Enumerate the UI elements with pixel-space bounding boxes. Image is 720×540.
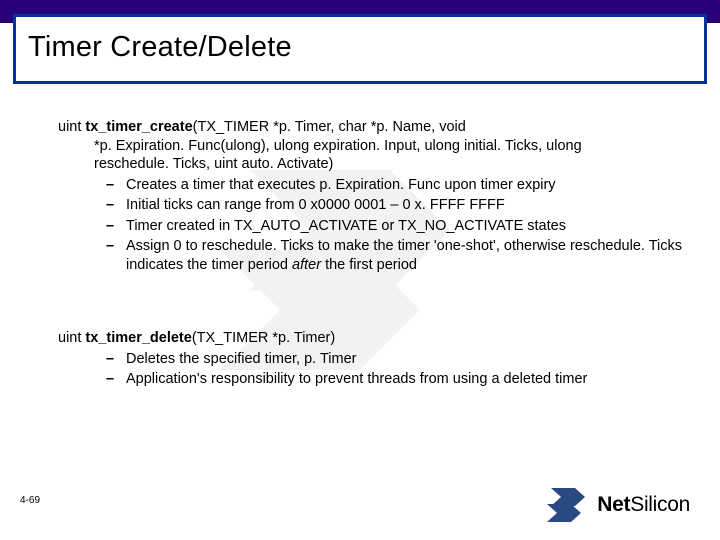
func1-params-l2: *p. Expiration. Func(ulong), ulong expir… — [58, 137, 688, 156]
bullet-text: Deletes the specified timer, p. Timer — [126, 351, 357, 367]
bullet-text: Creates a timer that executes p. Expirat… — [126, 177, 556, 193]
list-item: Assign 0 to reschedule. Ticks to make th… — [58, 237, 688, 274]
func1-return: uint — [58, 119, 85, 135]
func2-name: tx_timer_delete — [85, 330, 191, 346]
list-item: Creates a timer that executes p. Expirat… — [58, 176, 688, 195]
list-item: Initial ticks can range from 0 x0000 000… — [58, 196, 688, 215]
title-box: Timer Create/Delete — [13, 14, 707, 84]
list-item: Deletes the specified timer, p. Timer — [58, 350, 688, 369]
func2-return: uint — [58, 330, 85, 346]
logo-text: NetSilicon — [597, 493, 690, 517]
func2-bullets: Deletes the specified timer, p. Timer Ap… — [58, 350, 688, 389]
bullet-text: Application's responsibility to prevent … — [126, 371, 587, 387]
func1-params-l3: reschedule. Ticks, uint auto. Activate) — [58, 155, 688, 174]
func1-bullets: Creates a timer that executes p. Expirat… — [58, 176, 688, 275]
bullet-text: Timer created in TX_AUTO_ACTIVATE or TX_… — [126, 218, 566, 234]
slide-title: Timer Create/Delete — [28, 31, 692, 64]
list-item: Timer created in TX_AUTO_ACTIVATE or TX_… — [58, 217, 688, 236]
func1-params-l1: (TX_TIMER *p. Timer, char *p. Name, void — [193, 119, 466, 135]
func1-name: tx_timer_create — [85, 119, 192, 135]
bullet-text: Initial ticks can range from 0 x0000 000… — [126, 197, 505, 213]
slide-number: 4-69 — [20, 495, 40, 506]
logo: NetSilicon — [545, 486, 690, 524]
bullet-text-italic: after — [292, 257, 321, 273]
content-area: uint tx_timer_create(TX_TIMER *p. Timer,… — [58, 118, 688, 391]
list-item: Application's responsibility to prevent … — [58, 370, 688, 389]
bullet-text-post: the first period — [321, 257, 417, 273]
func1-signature: uint tx_timer_create(TX_TIMER *p. Timer,… — [58, 118, 688, 174]
func2-signature: uint tx_timer_delete(TX_TIMER *p. Timer) — [58, 329, 688, 348]
logo-text-bold: Net — [597, 493, 630, 516]
logo-text-light: Silicon — [630, 493, 690, 516]
logo-arrows-icon — [545, 486, 591, 524]
func2-params: (TX_TIMER *p. Timer) — [192, 330, 335, 346]
